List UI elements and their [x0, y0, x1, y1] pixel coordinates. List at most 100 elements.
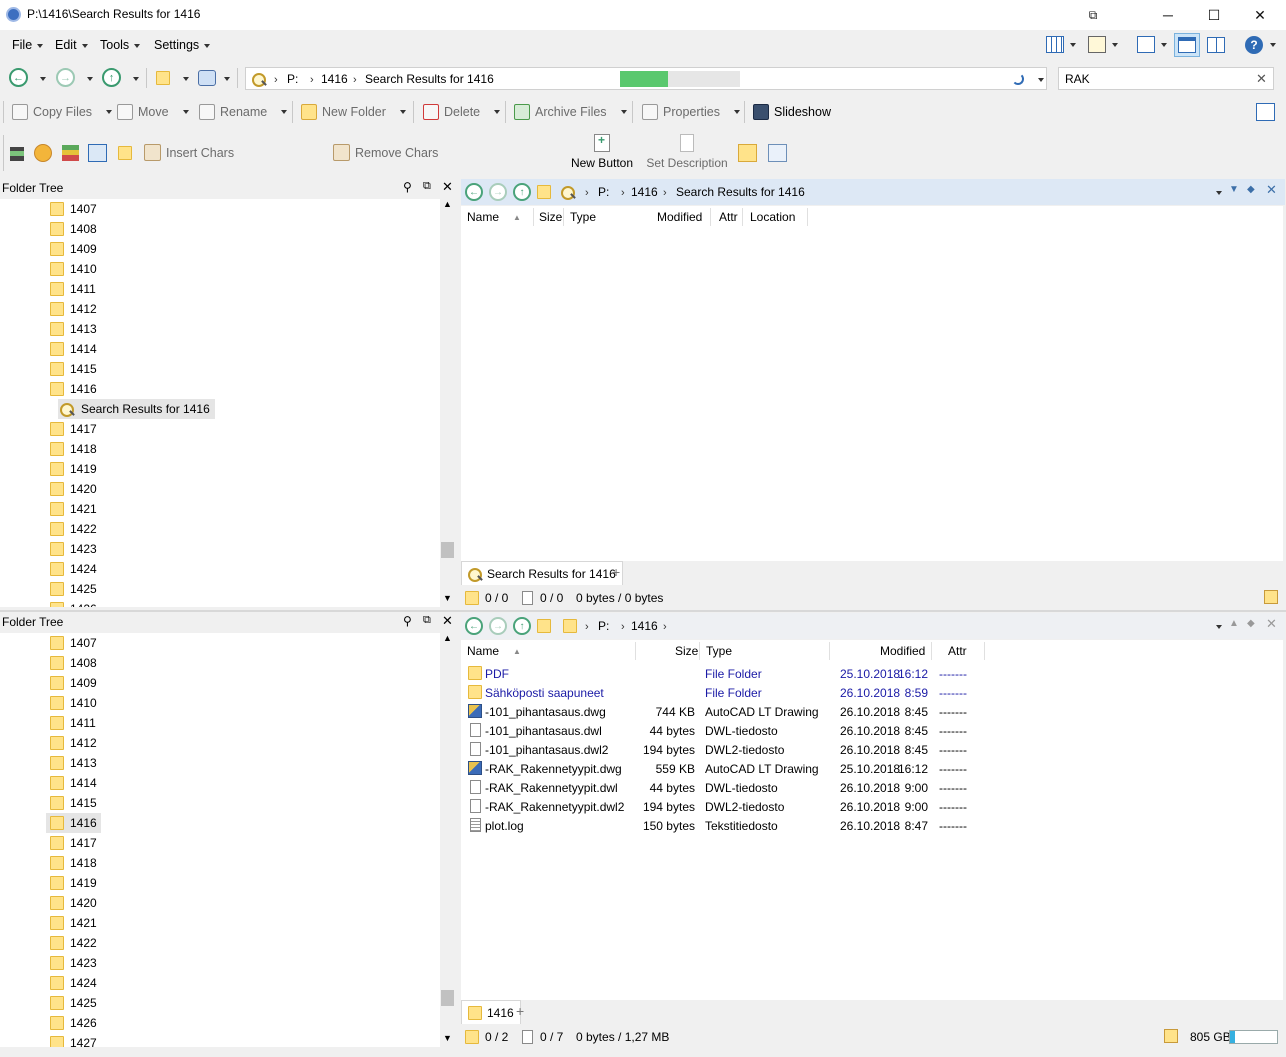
tree-item[interactable]: 1423 — [50, 539, 97, 559]
tree-item[interactable]: 1424 — [50, 973, 97, 993]
tree-item[interactable]: 1412 — [50, 733, 97, 753]
copy-files-button[interactable]: Copy Files — [12, 104, 113, 120]
drive-icon[interactable] — [10, 147, 24, 161]
bottom-tree-scrollbar[interactable]: ▲ ▼ — [440, 633, 455, 1047]
table-row[interactable]: -RAK_Rakennetyypit.dwg 559 KB AutoCAD LT D… — [461, 759, 1283, 778]
tree-item[interactable]: 1421 — [50, 499, 97, 519]
bottom-tree-undock-icon[interactable]: ⧉ — [423, 614, 431, 627]
bottom-maximize-pane-icon[interactable]: ▲ — [1229, 618, 1239, 629]
bottom-back-icon[interactable]: ← — [465, 617, 483, 635]
menu-file[interactable]: File — [12, 38, 44, 52]
bottom-favorites-icon[interactable] — [537, 619, 551, 633]
tree-item[interactable]: 1412 — [50, 299, 97, 319]
close-button[interactable]: ✕ — [1237, 0, 1283, 30]
move-button[interactable]: Move — [117, 104, 189, 120]
top-forward-icon[interactable]: → — [489, 183, 507, 201]
tree-item[interactable]: 1418 — [50, 439, 97, 459]
top-tree-scroll-thumb[interactable] — [441, 542, 454, 558]
tree-item[interactable]: 1425 — [50, 579, 97, 599]
top-col-size[interactable]: Size — [539, 206, 562, 228]
tree-item[interactable]: 1422 — [50, 933, 97, 953]
tree-item[interactable]: 1421 — [50, 913, 97, 933]
help-icon[interactable]: ? — [1245, 36, 1263, 54]
top-swap-pane-icon[interactable]: ◆ — [1247, 184, 1255, 195]
tree-close-icon[interactable]: ✕ — [442, 179, 453, 195]
top-crumb-drive[interactable]: P: — [598, 185, 609, 199]
bottom-tab[interactable]: 1416 — [461, 1000, 521, 1024]
tree-undock-icon[interactable]: ⧉ — [423, 180, 431, 193]
top-maximize-pane-icon[interactable]: ▼ — [1229, 184, 1239, 195]
tree-item[interactable]: 1423 — [50, 953, 97, 973]
properties-button[interactable]: Properties — [642, 104, 740, 120]
minimize-button[interactable]: ─ — [1145, 0, 1191, 30]
smiley-icon[interactable] — [34, 144, 52, 162]
bottom-lock-icon[interactable] — [1164, 1029, 1178, 1043]
tree-item[interactable]: 1416 — [50, 379, 97, 399]
tree-item[interactable]: 1410 — [50, 693, 97, 713]
bottom-address-dropdown-icon[interactable] — [1216, 625, 1222, 629]
address-bar[interactable]: › P: › 1416 › Search Results for 1416 — [245, 67, 1047, 90]
bottom-tree-search-icon[interactable]: ⚲ — [403, 614, 412, 628]
folder-edit-icon[interactable] — [738, 144, 757, 162]
bottom-crumb-drive[interactable]: P: — [598, 619, 609, 633]
top-address[interactable]: › P: › 1416 › Search Results for 1416 — [557, 181, 1221, 203]
bottom-new-tab-icon[interactable]: + — [516, 1003, 524, 1019]
top-col-type[interactable]: Type — [570, 206, 596, 228]
tree-item[interactable]: 1426 — [50, 599, 97, 607]
top-new-tab-icon[interactable]: + — [612, 564, 620, 580]
top-crumb-folder[interactable]: 1416 — [631, 185, 658, 199]
layout-icon[interactable] — [1046, 36, 1064, 53]
tree-item[interactable]: 1422 — [50, 519, 97, 539]
bottom-file-list[interactable]: Name ▲ Size Type Modified Attr PDF File Fo… — [461, 640, 1283, 1000]
bottom-tree-close-icon[interactable]: ✕ — [442, 613, 453, 629]
bottom-col-size[interactable]: Size — [675, 640, 698, 662]
bottom-close-pane-icon[interactable]: ✕ — [1266, 616, 1277, 632]
forward-icon[interactable]: → — [56, 68, 75, 87]
rename-button[interactable]: Rename — [199, 104, 288, 120]
tree-item[interactable]: 1410 — [50, 259, 97, 279]
tree-item[interactable]: 1416 — [46, 813, 101, 833]
top-up-icon[interactable]: ↑ — [513, 183, 531, 201]
bottom-col-attr[interactable]: Attr — [948, 640, 967, 662]
menu-tools[interactable]: Tools — [100, 38, 141, 52]
top-tree-scrollbar[interactable]: ▲ ▼ — [440, 199, 455, 607]
tree-item[interactable]: Search Results for 1416 — [58, 399, 215, 419]
crumb-drive[interactable]: P: — [287, 72, 298, 86]
top-address-dropdown-icon[interactable] — [1216, 191, 1222, 195]
search-input[interactable]: RAK — [1065, 72, 1090, 86]
bottom-col-modified[interactable]: Modified — [880, 640, 925, 662]
window-icon[interactable] — [88, 144, 107, 162]
tree-item[interactable]: 1414 — [50, 339, 97, 359]
table-row[interactable]: plot.log 150 bytes Tekstitiedosto 26.10.201… — [461, 816, 1283, 835]
back-icon[interactable]: ← — [9, 68, 28, 87]
top-folder-tree[interactable]: 1407 1408 1409 1410 1411 1412 1413 1414 1415 1416… — [0, 199, 440, 607]
tree-item[interactable]: 1408 — [50, 653, 97, 673]
menu-edit[interactable]: Edit — [55, 38, 88, 52]
table-row[interactable]: -101_pihantasaus.dwl2 194 bytes DWL2-tiedo… — [461, 740, 1283, 759]
crumb-search[interactable]: Search Results for 1416 — [365, 72, 494, 86]
tree-item[interactable]: 1408 — [50, 219, 97, 239]
pane-layout-icon[interactable] — [1137, 36, 1155, 53]
bottom-up-icon[interactable]: ↑ — [513, 617, 531, 635]
top-back-icon[interactable]: ← — [465, 183, 483, 201]
bottom-address[interactable]: › P: › 1416 › — [557, 615, 1221, 637]
set-description-button[interactable]: Set Description — [645, 134, 729, 170]
toolbar-options-icon[interactable] — [1256, 103, 1275, 121]
tree-item[interactable]: 1424 — [50, 559, 97, 579]
top-tab[interactable]: Search Results for 1416 — [461, 561, 623, 585]
search-field[interactable]: RAK ✕ — [1058, 67, 1274, 90]
table-row[interactable]: PDF File Folder 25.10.2018 16:12 ------- — [461, 664, 1283, 683]
top-file-list[interactable]: Name ▲ Size Type Modified Attr Location — [461, 206, 1283, 561]
bottom-tree-scroll-thumb[interactable] — [441, 990, 454, 1006]
tags-icon[interactable] — [62, 145, 79, 161]
top-close-pane-icon[interactable]: ✕ — [1266, 182, 1277, 198]
top-col-attr[interactable]: Attr — [719, 206, 738, 228]
bottom-crumb-folder[interactable]: 1416 — [631, 619, 658, 633]
top-crumb-search[interactable]: Search Results for 1416 — [676, 185, 805, 199]
tree-item[interactable]: 1409 — [50, 239, 97, 259]
top-col-location[interactable]: Location — [750, 206, 795, 228]
tree-item[interactable]: 1414 — [50, 773, 97, 793]
notes-icon[interactable] — [768, 144, 787, 162]
tree-item[interactable]: 1418 — [50, 853, 97, 873]
tree-item[interactable]: 1419 — [50, 873, 97, 893]
